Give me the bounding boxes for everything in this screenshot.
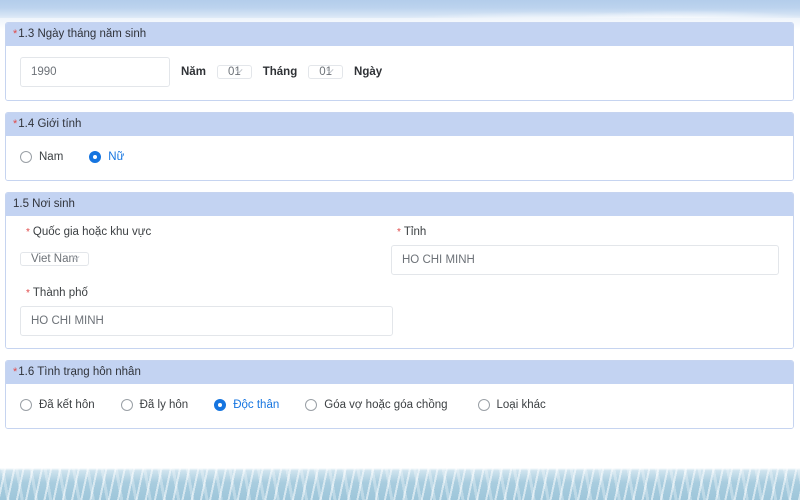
country-label-wrap: * Quốc gia hoặc khu vực xyxy=(26,226,385,238)
radio-label-divorced: Đã ly hôn xyxy=(139,399,189,411)
required-asterisk: * xyxy=(13,118,18,130)
radio-marital-widowed[interactable]: Góa vợ hoặc góa chồng xyxy=(305,399,448,411)
city-input[interactable]: HO CHI MINH xyxy=(20,306,393,336)
birth-year-unit-label: Năm xyxy=(181,66,206,78)
birth-place-row-2: * Thành phố HO CHI MINH xyxy=(20,287,779,336)
birth-date-row: 1990 Năm 01 Tháng 01 Ngày xyxy=(20,56,779,88)
birth-place-row-1: *Quốc gia hoặc khu vực Viet Nam *Tỉnh xyxy=(20,226,779,275)
radio-label-single: Độc thân xyxy=(233,399,280,411)
radio-marital-single[interactable]: Độc thân xyxy=(214,399,279,411)
city-label-wrap: * Thành phố xyxy=(26,287,408,299)
section-body-gender: Nam Nữ xyxy=(6,136,793,180)
section-body-marital-status: Đã kết hôn Đã ly hôn Độc thân Góa vợ hoặ… xyxy=(6,384,793,428)
birth-month-select-wrap: 01 xyxy=(216,58,252,86)
radio-label-married: Đã kết hôn xyxy=(39,399,95,411)
page-root: *1.3 Ngày tháng năm sinh 1990 Năm 01 Thá… xyxy=(0,0,800,500)
section-body-birth-date: 1990 Năm 01 Tháng 01 Ngày xyxy=(6,46,793,100)
radio-label-widowed: Góa vợ hoặc góa chồng xyxy=(324,399,448,411)
section-gender: *1.4 Giới tính Nam Nữ xyxy=(5,112,794,181)
radio-circle-icon xyxy=(305,399,318,411)
required-asterisk: * xyxy=(13,366,18,378)
radio-circle-icon xyxy=(477,399,490,411)
section-title-birth-date: 1.3 Ngày tháng năm sinh xyxy=(18,28,147,40)
city-label: Thành phố xyxy=(32,287,88,299)
section-title-birth-place: 1.5 Nơi sinh xyxy=(13,198,75,210)
section-header-marital-status: *1.6 Tình trạng hôn nhân xyxy=(6,361,793,384)
radio-label-nam: Nam xyxy=(39,151,64,163)
section-body-birth-place: *Quốc gia hoặc khu vực Viet Nam *Tỉnh xyxy=(6,216,793,348)
radio-circle-selected-icon xyxy=(214,399,227,411)
gender-radio-group: Nam Nữ xyxy=(20,146,779,168)
section-birth-place: 1.5 Nơi sinh * Quốc gia hoặc khu vực Viet… xyxy=(5,192,794,349)
radio-gender-nam[interactable]: Nam xyxy=(20,151,63,163)
country-select-wrap: Viet Nam xyxy=(20,245,90,273)
radio-circle-icon xyxy=(120,399,133,411)
birth-year-input[interactable]: 1990 xyxy=(20,57,170,87)
radio-label-other: Loại khác xyxy=(496,399,546,411)
radio-circle-icon xyxy=(20,399,32,411)
country-field: * Quốc gia hoặc khu vực Viet Nam xyxy=(20,226,385,275)
visa-application-form: *1.3 Ngày tháng năm sinh 1990 Năm 01 Thá… xyxy=(0,22,800,440)
country-label: Quốc gia hoặc khu vực xyxy=(32,226,152,238)
radio-circle-selected-icon xyxy=(89,151,102,163)
province-label: Tỉnh xyxy=(403,226,427,238)
radio-marital-other[interactable]: Loại khác xyxy=(477,399,546,411)
section-title-marital-status: 1.6 Tình trạng hôn nhân xyxy=(18,366,141,378)
birth-day-select[interactable]: 01 xyxy=(308,65,344,79)
required-asterisk: * xyxy=(397,227,401,238)
section-header-gender: *1.4 Giới tính xyxy=(6,113,793,136)
province-label-wrap: * Tỉnh xyxy=(397,226,779,238)
birth-day-select-wrap: 01 xyxy=(308,58,344,86)
country-select[interactable]: Viet Nam xyxy=(20,252,90,266)
province-field: * Tỉnh HO CHI MINH xyxy=(391,226,779,275)
radio-circle-icon xyxy=(20,151,32,163)
birth-month-unit-label: Tháng xyxy=(262,66,298,78)
section-birth-date: *1.3 Ngày tháng năm sinh 1990 Năm 01 Thá… xyxy=(5,22,794,101)
radio-label-nu: Nữ xyxy=(108,151,125,163)
water-background-image xyxy=(0,468,800,500)
birth-month-select[interactable]: 01 xyxy=(216,65,252,79)
marital-status-radio-group: Đã kết hôn Đã ly hôn Độc thân Góa vợ hoặ… xyxy=(20,394,779,416)
city-field: * Thành phố HO CHI MINH xyxy=(20,287,408,336)
section-header-birth-date: *1.3 Ngày tháng năm sinh xyxy=(6,23,793,46)
required-asterisk: * xyxy=(13,28,18,40)
section-marital-status: *1.6 Tình trạng hôn nhân Đã kết hôn Đã l… xyxy=(5,360,794,429)
required-asterisk: * xyxy=(26,288,30,299)
required-asterisk: * xyxy=(26,227,30,238)
birth-day-unit-label: Ngày xyxy=(354,66,383,78)
section-header-birth-place: 1.5 Nơi sinh xyxy=(6,193,793,216)
province-input[interactable]: HO CHI MINH xyxy=(391,245,779,275)
radio-marital-married[interactable]: Đã kết hôn xyxy=(20,399,95,411)
section-title-gender: 1.4 Giới tính xyxy=(18,118,82,130)
radio-gender-nu[interactable]: Nữ xyxy=(89,151,124,163)
radio-marital-divorced[interactable]: Đã ly hôn xyxy=(120,399,189,411)
